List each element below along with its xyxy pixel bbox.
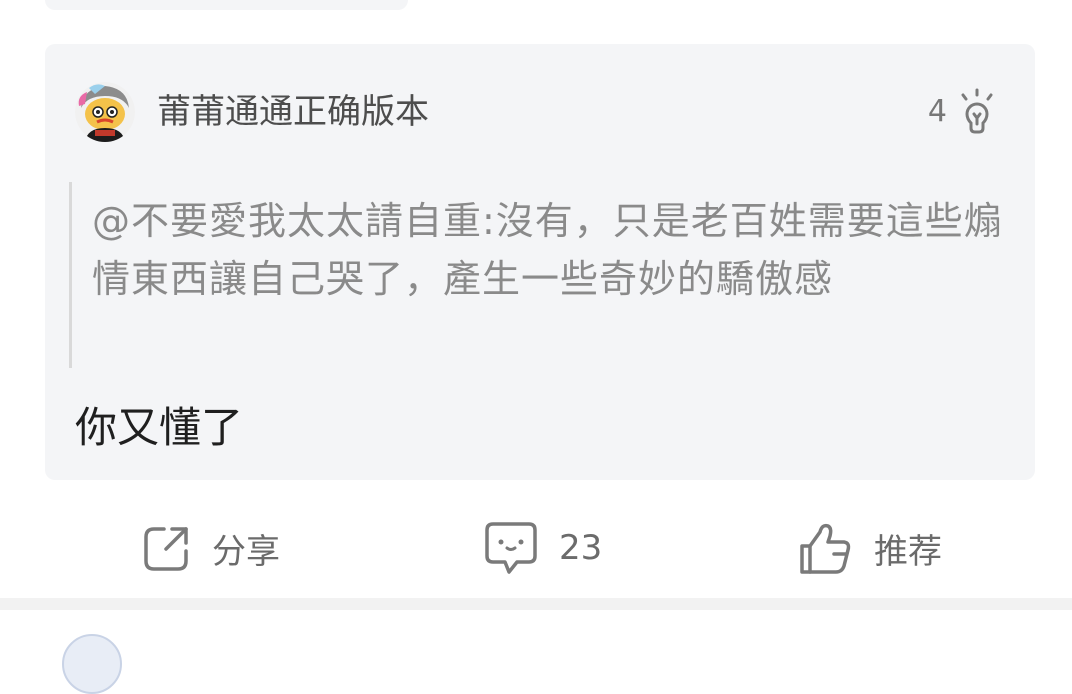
quote-text: @不要愛我太太請自重:沒有，只是老百姓需要這些煽情東西讓自己哭了，產生一些奇妙的…	[92, 199, 1003, 301]
comment-button[interactable]: 23	[483, 510, 602, 586]
comment-card: 莆莆通通正确版本 4 @不要愛我太太請自重:沒有，只是老百姓需要這些煽情東西讓自…	[45, 44, 1035, 480]
section-divider	[0, 598, 1072, 610]
recommend-button[interactable]: 推荐	[798, 510, 942, 586]
like-count: 4	[927, 94, 947, 129]
author-name[interactable]: 莆莆通通正确版本	[157, 90, 429, 134]
like-button[interactable]: 4	[928, 88, 999, 136]
share-icon	[144, 527, 188, 571]
share-label: 分享	[212, 531, 280, 572]
previous-card-edge	[45, 0, 408, 10]
next-post-avatar	[62, 634, 122, 694]
comment-icon	[485, 522, 537, 574]
lightbulb-icon	[961, 88, 993, 134]
quoted-reply: @不要愛我太太請自重:沒有，只是老百姓需要這些煽情東西讓自己哭了，產生一些奇妙的…	[69, 182, 1009, 368]
comment-count: 23	[559, 528, 603, 568]
avatar[interactable]	[75, 82, 135, 142]
avatar-cartoon-icon	[75, 82, 135, 142]
share-button[interactable]: 分享	[142, 510, 280, 586]
reply-text: 你又懂了	[75, 403, 244, 452]
thumbs-up-icon	[800, 523, 851, 574]
action-bar: 分享 23 推荐	[0, 510, 1072, 586]
recommend-label: 推荐	[874, 531, 942, 572]
